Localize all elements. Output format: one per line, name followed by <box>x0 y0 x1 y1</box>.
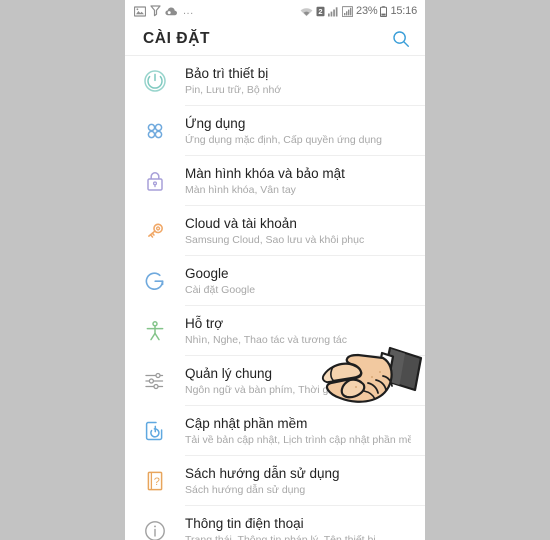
list-item-text: Hỗ trợ Nhìn, Nghe, Thao tác và tương tác <box>185 306 411 347</box>
app-bar: CÀI ĐẶT <box>125 22 425 56</box>
status-bar-right-icons: 2 23% 15:16 <box>300 5 417 17</box>
list-item-title: Bảo trì thiết bị <box>185 66 269 81</box>
list-item-lock-screen-security[interactable]: Màn hình khóa và bảo mật Màn hình khóa, … <box>125 156 425 206</box>
list-item-subtitle: Pin, Lưu trữ, Bộ nhớ <box>185 84 282 96</box>
status-bar: ... 2 23% 15:16 <box>125 0 425 22</box>
search-icon <box>393 30 409 47</box>
apps-icon <box>139 106 171 156</box>
user-manual-icon: ? <box>139 456 171 506</box>
list-item-text: Thông tin điện thoại Trạng thái, Thông t… <box>185 506 411 540</box>
sim-2-icon: 2 <box>316 6 325 16</box>
list-item-text: Cloud và tài khoản Samsung Cloud, Sao lư… <box>185 206 411 247</box>
list-item-text: Cập nhật phần mềm Tải về bản cập nhật, L… <box>185 406 411 447</box>
list-item-apps[interactable]: Ứng dụng Ứng dụng mặc định, Cấp quyền ứn… <box>125 106 425 156</box>
list-item-user-manual[interactable]: ? Sách hướng dẫn sử dụng Sách hướng dẫn … <box>125 456 425 506</box>
sliders-icon <box>139 356 171 406</box>
list-item-subtitle: Tải về bản cập nhật, Lịch trình cập nhật… <box>185 434 411 446</box>
clock-label: 15:16 <box>390 5 417 17</box>
wifi-icon <box>300 7 313 16</box>
key-icon <box>139 206 171 256</box>
list-item-device-maintenance[interactable]: Bảo trì thiết bị Pin, Lưu trữ, Bộ nhớ <box>125 56 425 106</box>
list-item-subtitle: Ứng dụng mặc định, Cấp quyền ứng dụng <box>185 134 382 146</box>
svg-text:?: ? <box>154 476 160 488</box>
settings-list: Bảo trì thiết bị Pin, Lưu trữ, Bộ nhớ Ứn… <box>125 56 425 540</box>
list-item-google[interactable]: Google Cài đặt Google <box>125 256 425 306</box>
search-button[interactable] <box>389 27 413 51</box>
list-item-text: Ứng dụng Ứng dụng mặc định, Cấp quyền ứn… <box>185 106 411 147</box>
lock-icon <box>139 156 171 206</box>
battery-icon <box>380 5 388 17</box>
list-item-about-phone[interactable]: Thông tin điện thoại Trạng thái, Thông t… <box>125 506 425 540</box>
list-item-cloud-accounts[interactable]: Cloud và tài khoản Samsung Cloud, Sao lư… <box>125 206 425 256</box>
list-item-text: Màn hình khóa và bảo mật Màn hình khóa, … <box>185 156 411 197</box>
list-item-subtitle: Nhìn, Nghe, Thao tác và tương tác <box>185 334 347 346</box>
signal-bars-1-icon <box>328 6 338 16</box>
list-item-text: Bảo trì thiết bị Pin, Lưu trữ, Bộ nhớ <box>185 56 411 97</box>
device-maintenance-icon <box>139 56 171 106</box>
accessibility-icon <box>139 306 171 356</box>
list-item-title: Ứng dụng <box>185 116 246 131</box>
cloud-upload-icon <box>165 7 177 15</box>
list-item-subtitle: Màn hình khóa, Vân tay <box>185 184 296 196</box>
list-item-text: Google Cài đặt Google <box>185 256 411 297</box>
status-bar-left-icons: ... <box>134 5 300 17</box>
list-item-title: Cập nhật phần mềm <box>185 416 308 431</box>
list-item-subtitle: Trạng thái, Thông tin pháp lý, Tên thiết… <box>185 534 376 540</box>
info-icon <box>139 506 171 540</box>
download-icon <box>150 5 161 17</box>
list-item-title: Quản lý chung <box>185 366 273 381</box>
battery-percent-label: 23% <box>356 5 378 17</box>
status-overflow-dots: ... <box>183 5 194 17</box>
list-item-title: Màn hình khóa và bảo mật <box>185 166 345 181</box>
page-title: CÀI ĐẶT <box>143 29 211 47</box>
list-item-title: Thông tin điện thoại <box>185 516 304 531</box>
svg-text:2: 2 <box>318 7 322 16</box>
list-item-text: Sách hướng dẫn sử dụng Sách hướng dẫn sử… <box>185 456 411 497</box>
software-update-icon <box>139 406 171 456</box>
list-item-general-management[interactable]: Quản lý chung Ngôn ngữ và bàn phím, Thời… <box>125 356 425 406</box>
list-item-title: Google <box>185 266 229 281</box>
image-icon <box>134 5 146 17</box>
list-item-text: Quản lý chung Ngôn ngữ và bàn phím, Thời… <box>185 356 411 397</box>
list-item-title: Hỗ trợ <box>185 316 224 331</box>
list-item-software-update[interactable]: Cập nhật phần mềm Tải về bản cập nhật, L… <box>125 406 425 456</box>
google-icon <box>139 256 171 306</box>
list-item-subtitle: Samsung Cloud, Sao lưu và khôi phục <box>185 234 365 246</box>
phone-screen: ... 2 23% 15:16 CÀI ĐẶT Bảo trì thiết bị… <box>125 0 425 540</box>
list-item-subtitle: Cài đặt Google <box>185 284 256 296</box>
list-item-subtitle: Ngôn ngữ và bàn phím, Thời gian, Đặt lại <box>185 384 378 396</box>
list-item-title: Cloud và tài khoản <box>185 216 297 231</box>
list-item-subtitle: Sách hướng dẫn sử dụng <box>185 484 306 496</box>
list-item-accessibility[interactable]: Hỗ trợ Nhìn, Nghe, Thao tác và tương tác <box>125 306 425 356</box>
list-item-title: Sách hướng dẫn sử dụng <box>185 466 340 481</box>
signal-bars-2-icon <box>342 5 354 17</box>
